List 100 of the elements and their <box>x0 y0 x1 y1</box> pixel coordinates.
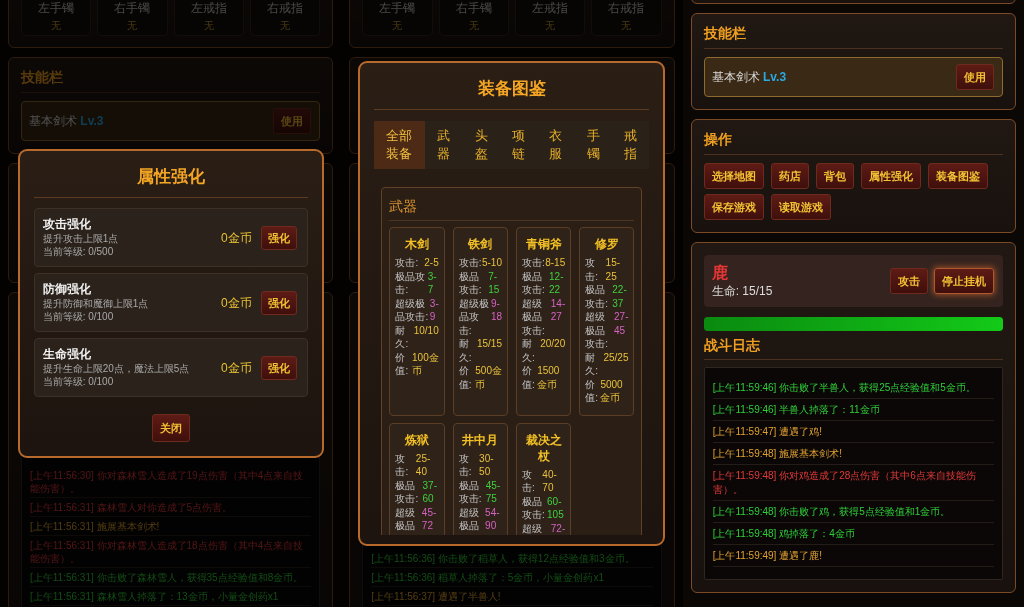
item-name: 修罗 <box>593 236 620 252</box>
battle-button[interactable]: 停止挂机 <box>934 268 994 294</box>
category-tab[interactable]: 全部装备 <box>374 121 426 169</box>
upgrade-current-level: 当前等级: 0/500 <box>42 245 115 258</box>
stat-label: 极品攻击: <box>522 269 546 297</box>
category-tab[interactable]: 衣服 <box>537 121 575 169</box>
upgrade-button[interactable]: 强化 <box>260 225 297 250</box>
stat-value: 2-5 <box>424 256 439 270</box>
stat-value: 27-45 <box>614 310 629 338</box>
upgrade-description: 提升防御和魔御上限1点 <box>42 297 149 310</box>
stat-label: 耐久: <box>395 323 410 351</box>
stat-value: 3-7 <box>427 269 438 297</box>
stat-value: 72- <box>550 521 566 535</box>
stat-label: 超级极品 <box>458 505 480 533</box>
section-title: 武器 <box>389 198 635 221</box>
stat-label: 极品攻击: <box>395 269 427 297</box>
stat-value: 45-75 <box>485 478 502 506</box>
upgrade-description: 提升攻击上限1点 <box>42 232 119 245</box>
panel-title: 操作 <box>703 132 1003 155</box>
stat-label: 攻击: <box>458 451 473 479</box>
stat-label: 攻击: <box>522 467 536 495</box>
close-button[interactable]: 关闭 <box>151 414 190 442</box>
action-button[interactable]: 保存游戏 <box>703 194 764 220</box>
log-entry: [上午11:59:46] 你击败了半兽人，获得25点经验值和5金币。 <box>712 377 994 399</box>
upgrade-name: 攻击强化 <box>42 217 92 232</box>
stat-value: 8-15 <box>545 256 566 270</box>
category-tab[interactable]: 项链 <box>500 121 538 169</box>
stat-label: 超级极品攻击: <box>458 296 490 337</box>
stat-label: 超级极品 <box>395 505 417 533</box>
upgrade-description: 提升生命上限20点，魔法上限5点 <box>42 362 190 375</box>
action-button[interactable]: 装备图鉴 <box>927 163 988 189</box>
stat-value: 9-18 <box>490 296 502 324</box>
stat-label: 极品攻击: <box>395 478 420 506</box>
dialog-title: 装备图鉴 <box>374 77 650 110</box>
skill-name: 基本剑术 <box>29 114 77 128</box>
action-button[interactable]: 背包 <box>815 163 854 189</box>
stat-label: 耐久: <box>585 350 599 378</box>
item-name: 木剑 <box>404 236 431 252</box>
stat-label: 超级 <box>522 521 542 535</box>
upgrade-cost: 0金币 <box>220 294 252 312</box>
stat-value: 30-50 <box>479 451 495 479</box>
upgrade-name: 生命强化 <box>42 347 92 362</box>
category-tab[interactable]: 手镯 <box>574 121 613 169</box>
stat-label: 价值: <box>585 377 599 405</box>
category-tab[interactable]: 头盔 <box>462 121 500 169</box>
stat-value: 10/10 <box>413 323 439 338</box>
stat-value: 45-72 <box>421 505 438 533</box>
stat-label: 耐久: <box>522 337 536 364</box>
battle-button[interactable]: 攻击 <box>890 268 928 294</box>
dialog-title: 属性强化 <box>33 165 308 198</box>
category-tab[interactable]: 武器 <box>425 121 463 169</box>
stat-value: 54-90 <box>485 505 501 533</box>
panel-title: 战斗日志 <box>703 338 1003 360</box>
enemy-name: 鹿 <box>711 263 729 283</box>
item-card[interactable]: 铁剑 攻击:5-10 极品攻击: 7-15 超级极品攻击: 9-18 耐久: 15/15 价值: 500金币 <box>452 227 508 416</box>
upgrade-button[interactable]: 强化 <box>260 355 297 380</box>
item-card[interactable]: 木剑 攻击: 2-5 极品攻击: 3-7 超级极品攻击: 3-9 耐久: 10/10 价值: 100金币 <box>389 227 445 416</box>
stat-label: 超级极品攻击: <box>585 310 609 351</box>
use-button[interactable]: 使用 <box>956 64 994 90</box>
skill-level: Lv.3 <box>763 70 787 84</box>
log-entry: [上午11:59:46] 半兽人掉落了：11金币 <box>712 399 994 421</box>
stat-label: 价值: <box>395 350 410 378</box>
action-button[interactable]: 药店 <box>770 163 809 189</box>
stat-value: 5000金币 <box>600 377 624 405</box>
stat-value: 7-15 <box>488 269 501 297</box>
stat-label: 价值: <box>458 364 473 391</box>
stat-label: 攻击: <box>458 256 482 270</box>
item-name: 井中月 <box>461 431 500 448</box>
stat-value: 12-22 <box>549 269 565 297</box>
upgrade-name: 防御强化 <box>42 282 92 297</box>
stat-label: 超级极品攻击: <box>522 296 546 337</box>
stat-value: 14-27 <box>550 296 566 324</box>
item-name: 青铜斧 <box>524 236 563 252</box>
action-button[interactable]: 读取游戏 <box>770 194 831 220</box>
stat-value: 60-105 <box>547 494 565 522</box>
stat-value: 25/25 <box>603 350 629 365</box>
action-button[interactable]: 选择地图 <box>703 163 764 189</box>
item-card[interactable]: 裁决之杖 攻击: 40-70 极品攻击: 60-105 超级 72- <box>516 422 572 535</box>
item-card[interactable]: 井中月 攻击: 30-50 极品攻击: 45-75 超级极品 54-90 <box>452 422 508 535</box>
skill-name: 基本剑术 <box>711 70 760 84</box>
stat-label: 极品攻击: <box>458 478 483 506</box>
action-button[interactable]: 属性强化 <box>860 163 921 189</box>
stat-value: 22-37 <box>612 283 628 310</box>
stat-label: 超级极品攻击: <box>395 296 430 324</box>
stat-label: 攻击: <box>585 256 599 283</box>
item-card[interactable]: 炼狱 攻击: 25-40 极品攻击: 37-60 超级极品 45-72 <box>389 422 445 535</box>
stat-label: 攻击: <box>522 256 545 270</box>
upgrade-button[interactable]: 强化 <box>260 290 297 315</box>
enemy-hp: 生命: 15/15 <box>711 283 773 299</box>
upgrade-current-level: 当前等级: 0/100 <box>42 375 115 388</box>
item-card[interactable]: 青铜斧 攻击:8-15 极品攻击: 12-22 超级极品攻击: 14-27 耐久: 20/20 价值: 1500金币 <box>516 227 572 416</box>
stat-value: 15/15 <box>476 337 502 351</box>
stat-value: 5-10 <box>481 256 502 270</box>
panel-title: 技能栏 <box>703 26 1003 49</box>
stat-value: 25-40 <box>415 451 432 479</box>
upgrade-cost: 0金币 <box>220 229 252 247</box>
log-entry: [上午11:59:48] 你击败了鸡，获得5点经验值和1金币。 <box>712 501 994 523</box>
stat-value: 15-25 <box>605 256 622 283</box>
category-tab[interactable]: 戒指 <box>612 121 650 169</box>
item-card[interactable]: 修罗 攻击: 15-25 极品攻击: 22-37 超级极品攻击: 27-45 耐久: 25/25 价值: 5000金币 <box>579 227 635 416</box>
